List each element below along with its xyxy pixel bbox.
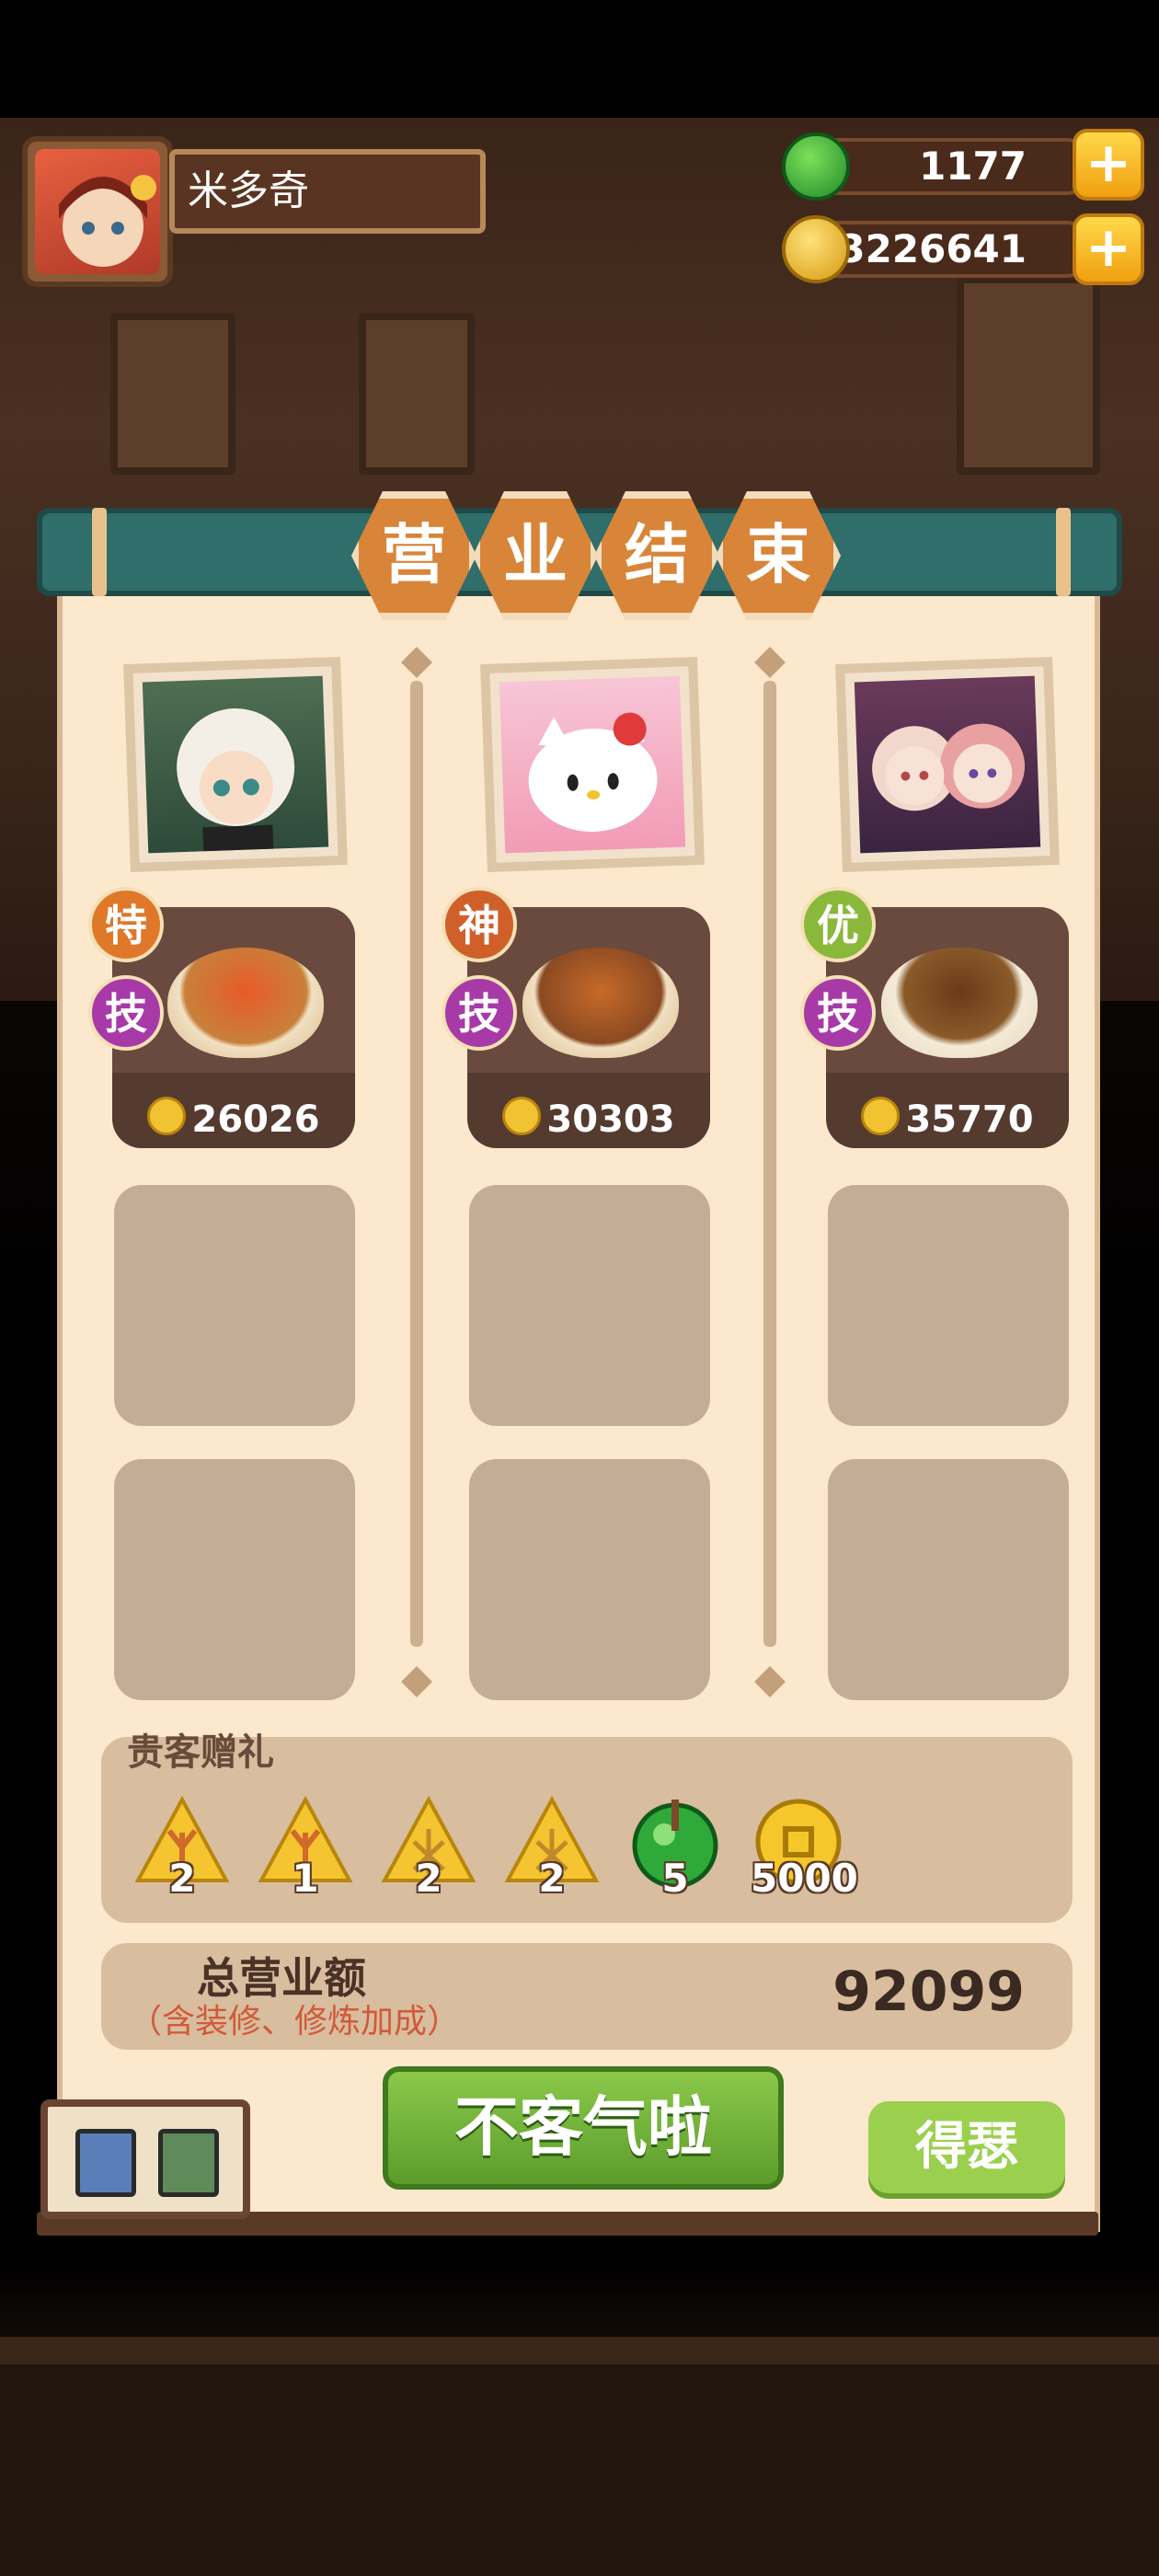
empty-dish-slot [114,1185,355,1426]
avatar-image [35,149,160,274]
background-window [957,276,1100,475]
empty-dish-slot [469,1185,710,1426]
total-revenue-note: （含装修、修炼加成） [129,2003,461,2041]
background-window [110,313,235,475]
dish-earnings: 26026 [112,1097,355,1141]
counter-edge [0,2337,1159,2364]
guest-portrait[interactable] [123,656,348,873]
grade-badge: 特 [88,887,164,962]
blue-gear-icon[interactable] [75,2129,136,2197]
dish-earnings: 30303 [467,1097,710,1141]
skill-badge: 技 [88,975,164,1051]
player-avatar[interactable] [22,136,173,287]
gift-item[interactable]: 5 [627,1796,723,1901]
jade-value: 1177 [919,144,1027,189]
gift-item[interactable]: 2 [134,1796,230,1901]
confirm-button[interactable]: 不客气啦 [383,2066,784,2190]
grade-badge: 优 [800,887,876,962]
gift-section-label: 贵客赠礼 [127,1731,274,1774]
banner-peg [1056,508,1071,596]
add-gold-button[interactable]: + [1073,213,1144,285]
hello-kitty-portrait [499,675,686,854]
gift-item[interactable]: 2 [504,1796,600,1901]
guest-portrait[interactable] [480,656,705,873]
empty-dish-slot [114,1459,355,1700]
grade-badge: 神 [442,887,517,962]
empty-dish-slot [469,1459,710,1700]
roast-dish-icon [522,948,679,1058]
skill-badge: 技 [442,975,517,1051]
gold-value: 3226641 [838,226,1027,271]
empty-dish-slot [828,1185,1069,1426]
add-jade-button[interactable]: + [1073,129,1144,201]
column-divider [410,681,423,1647]
fish-dish-icon [167,948,324,1058]
coin-icon [861,1097,901,1135]
counter-background [0,2337,1159,2576]
skill-badge: 技 [800,975,876,1051]
white-hair-chef-portrait [142,675,329,854]
empty-dish-slot [828,1459,1069,1700]
coin-icon [502,1097,542,1135]
banner-peg [92,508,107,596]
gift-item[interactable]: 1 [258,1796,353,1901]
show-off-button[interactable]: 得瑟 [868,2101,1065,2193]
gold-coin-icon [782,215,850,283]
gift-item[interactable]: 5000 [751,1796,858,1901]
coin-icon [147,1097,187,1135]
settings-panel[interactable] [40,2099,250,2219]
soup-pot-dish-icon [881,948,1038,1058]
guest-portrait[interactable] [835,656,1060,873]
total-revenue-value: 92099 [832,1960,1025,2024]
column-divider [763,681,776,1647]
twin-girls-portrait [854,675,1041,854]
jade-coin-icon [782,132,850,201]
player-name: 米多奇 [169,149,486,234]
green-gear-icon[interactable] [158,2129,219,2197]
dish-earnings: 35770 [826,1097,1069,1141]
background-window [359,313,475,475]
gift-item[interactable]: 2 [381,1796,476,1901]
